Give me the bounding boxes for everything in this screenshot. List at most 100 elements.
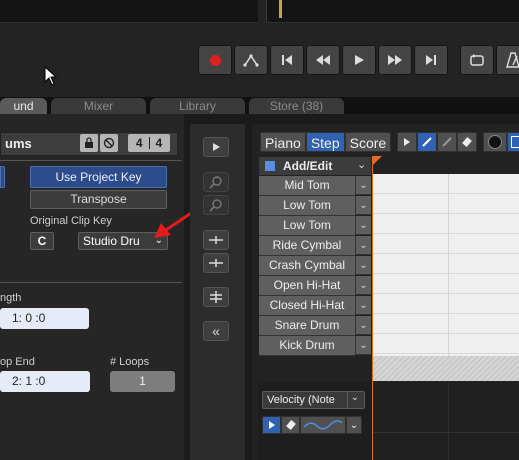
color-tool[interactable] xyxy=(483,132,508,152)
pointer-icon xyxy=(268,421,275,429)
chevron-down-icon: ⌄ xyxy=(359,339,368,351)
loop-end-field[interactable]: 2: 1 :0 xyxy=(0,371,90,392)
use-project-key-button[interactable]: Use Project Key xyxy=(30,166,167,188)
loop-button[interactable] xyxy=(460,45,494,75)
pencil-tool[interactable] xyxy=(417,132,438,152)
play-icon xyxy=(213,143,220,151)
grid-row[interactable] xyxy=(372,274,519,294)
tab-piano[interactable]: Piano xyxy=(260,132,306,152)
pointer-icon xyxy=(404,138,411,146)
pitch-row-menu[interactable]: ⌄ xyxy=(355,276,371,295)
pitch-row-label[interactable]: Open Hi-Hat xyxy=(259,276,355,296)
tab-store[interactable]: Store (38) xyxy=(249,98,344,114)
grid-row[interactable] xyxy=(372,234,519,254)
loops-label: # Loops xyxy=(110,356,150,368)
velocity-eraser-tool[interactable] xyxy=(281,416,300,434)
brush-tool[interactable] xyxy=(437,132,458,152)
zoom-in-button[interactable] xyxy=(203,172,229,192)
velocity-pointer-tool[interactable] xyxy=(262,416,281,434)
pitch-row-menu[interactable]: ⌄ xyxy=(355,176,371,195)
record-button[interactable] xyxy=(198,45,232,75)
key-select[interactable]: C xyxy=(30,232,54,250)
grid-row[interactable] xyxy=(372,334,519,354)
chevron-down-icon: ⌄ xyxy=(359,279,368,291)
timeline-marker[interactable] xyxy=(279,0,282,18)
time-signature[interactable]: 4 4 xyxy=(128,134,170,152)
pitch-row-label[interactable]: Low Tom xyxy=(259,216,355,236)
time-signature-denominator: 4 xyxy=(155,136,163,150)
loops-field[interactable]: 1 xyxy=(110,371,175,392)
transport-controls xyxy=(198,45,519,77)
chevron-down-icon: ⌄ xyxy=(359,239,368,251)
velocity-grid-line xyxy=(372,432,519,433)
velocity-select[interactable]: Velocity (Note ⌄ xyxy=(262,391,365,409)
chevron-down-icon: ⌄ xyxy=(359,319,368,331)
zoom-icon xyxy=(209,176,222,189)
inactive-region xyxy=(372,356,519,381)
main-tabs: und Mixer Library Store (38) xyxy=(0,97,519,114)
length-field[interactable]: 1: 0 :0 xyxy=(0,308,89,329)
eraser-tool[interactable] xyxy=(457,132,478,152)
chevron-down-icon: ⌄ xyxy=(349,419,359,431)
clip-name: ums xyxy=(5,136,32,151)
list-icon xyxy=(265,161,275,171)
pitch-row-menu[interactable]: ⌄ xyxy=(355,336,371,355)
partial-blue-button[interactable] xyxy=(0,166,5,188)
metronome-button[interactable] xyxy=(496,45,519,75)
go-to-start-button[interactable] xyxy=(270,45,304,75)
expand-button[interactable] xyxy=(203,137,229,157)
pitch-row-label[interactable]: Closed Hi-Hat xyxy=(259,296,355,316)
pitch-row-menu[interactable]: ⌄ xyxy=(355,196,371,215)
pitch-row-label[interactable]: Low Tom xyxy=(259,196,355,216)
pitch-row-menu[interactable]: ⌄ xyxy=(355,256,371,275)
horizontal-zoom-in-button[interactable] xyxy=(203,230,229,250)
pointer-tool[interactable] xyxy=(397,132,418,152)
grid-row[interactable] xyxy=(372,214,519,234)
tab-score[interactable]: Score xyxy=(344,132,392,152)
chevron-down-icon: ⌄ xyxy=(359,179,368,191)
go-to-end-button[interactable] xyxy=(414,45,448,75)
grid-row[interactable] xyxy=(372,254,519,274)
chevron-down-icon: ⌄ xyxy=(359,219,368,231)
tab-mixer[interactable]: Mixer xyxy=(51,98,146,114)
pitch-row-label[interactable]: Snare Drum xyxy=(259,316,355,336)
zoom-out-button[interactable] xyxy=(203,195,229,215)
step-grid[interactable] xyxy=(372,174,519,379)
tab-library[interactable]: Library xyxy=(150,98,245,114)
automation-button[interactable] xyxy=(234,45,268,75)
velocity-curve-tool[interactable] xyxy=(300,416,346,434)
beat-line xyxy=(448,174,449,356)
velocity-grid[interactable] xyxy=(372,382,519,460)
pitch-row-menu[interactable]: ⌄ xyxy=(355,236,371,255)
tab-sound[interactable]: und xyxy=(0,98,47,114)
pitch-row-menu[interactable]: ⌄ xyxy=(355,296,371,315)
pitch-row-menu[interactable]: ⌄ xyxy=(355,316,371,335)
add-edit-dropdown[interactable]: Add/Edit ⌄ xyxy=(259,157,371,176)
go-to-end-icon xyxy=(426,55,436,65)
lock-button[interactable] xyxy=(80,134,98,152)
fast-forward-button[interactable] xyxy=(378,45,412,75)
velocity-tools: ⌄ xyxy=(262,416,362,434)
mute-button[interactable] xyxy=(100,134,118,152)
grid-row[interactable] xyxy=(372,294,519,314)
grid-row[interactable] xyxy=(372,314,519,334)
playhead-marker-icon[interactable] xyxy=(372,156,384,168)
rewind-button[interactable] xyxy=(306,45,340,75)
transport-spacer xyxy=(450,45,460,77)
pitch-row-label[interactable]: Kick Drum xyxy=(259,336,355,356)
grid-row[interactable] xyxy=(372,194,519,214)
transpose-button[interactable]: Transpose xyxy=(30,190,167,209)
fit-button[interactable] xyxy=(203,287,229,307)
horizontal-zoom-out-button[interactable] xyxy=(203,253,229,273)
velocity-curve-menu[interactable]: ⌄ xyxy=(346,416,362,434)
tab-step[interactable]: Step xyxy=(305,132,345,152)
pitch-row-label[interactable]: Ride Cymbal xyxy=(259,236,355,256)
chevron-down-icon: ⌄ xyxy=(359,199,368,211)
pitch-row-label[interactable]: Mid Tom xyxy=(259,176,355,196)
pitch-row-label[interactable]: Crash Cymbal xyxy=(259,256,355,276)
play-button[interactable] xyxy=(342,45,376,75)
grid-row[interactable] xyxy=(372,174,519,194)
collapse-button[interactable]: « xyxy=(203,321,229,341)
grid-tool[interactable] xyxy=(507,132,519,152)
pitch-row-menu[interactable]: ⌄ xyxy=(355,216,371,235)
